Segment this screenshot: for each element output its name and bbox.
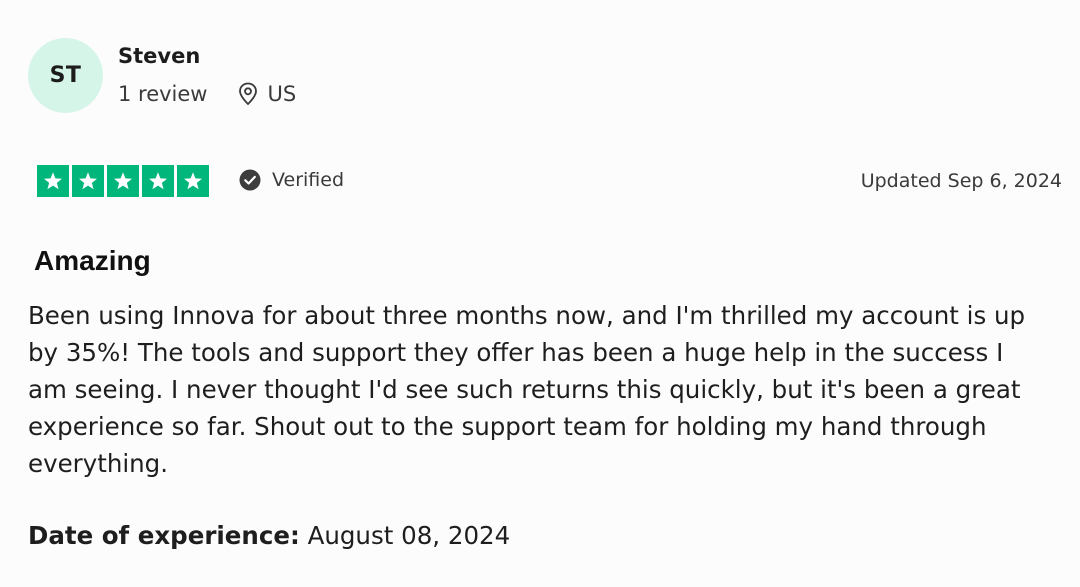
review-title[interactable]: Amazing	[34, 245, 151, 277]
star-icon	[107, 165, 139, 197]
review-body: Been using Innova for about three months…	[28, 301, 1026, 478]
reviewer-name[interactable]: Steven	[118, 44, 200, 68]
reviewer-meta: 1 review US	[118, 82, 296, 106]
star-icon	[72, 165, 104, 197]
location-pin-icon	[238, 82, 258, 106]
star-icon	[177, 165, 209, 197]
updated-date: Updated Sep 6, 2024	[860, 170, 1062, 192]
date-of-experience: Date of experience: August 08, 2024	[28, 521, 510, 550]
review-count: 1 review	[118, 82, 208, 106]
verified-label: Verified	[272, 169, 345, 191]
avatar[interactable]: ST	[28, 38, 103, 113]
reviewer-country: US	[267, 82, 297, 106]
star-icon	[142, 165, 174, 197]
date-of-experience-label: Date of experience:	[28, 521, 300, 550]
star-rating	[37, 165, 209, 197]
date-of-experience-value: August 08, 2024	[307, 521, 511, 550]
verified-badge[interactable]: Verified	[239, 169, 344, 191]
star-icon	[37, 165, 69, 197]
check-circle-icon	[239, 169, 261, 191]
